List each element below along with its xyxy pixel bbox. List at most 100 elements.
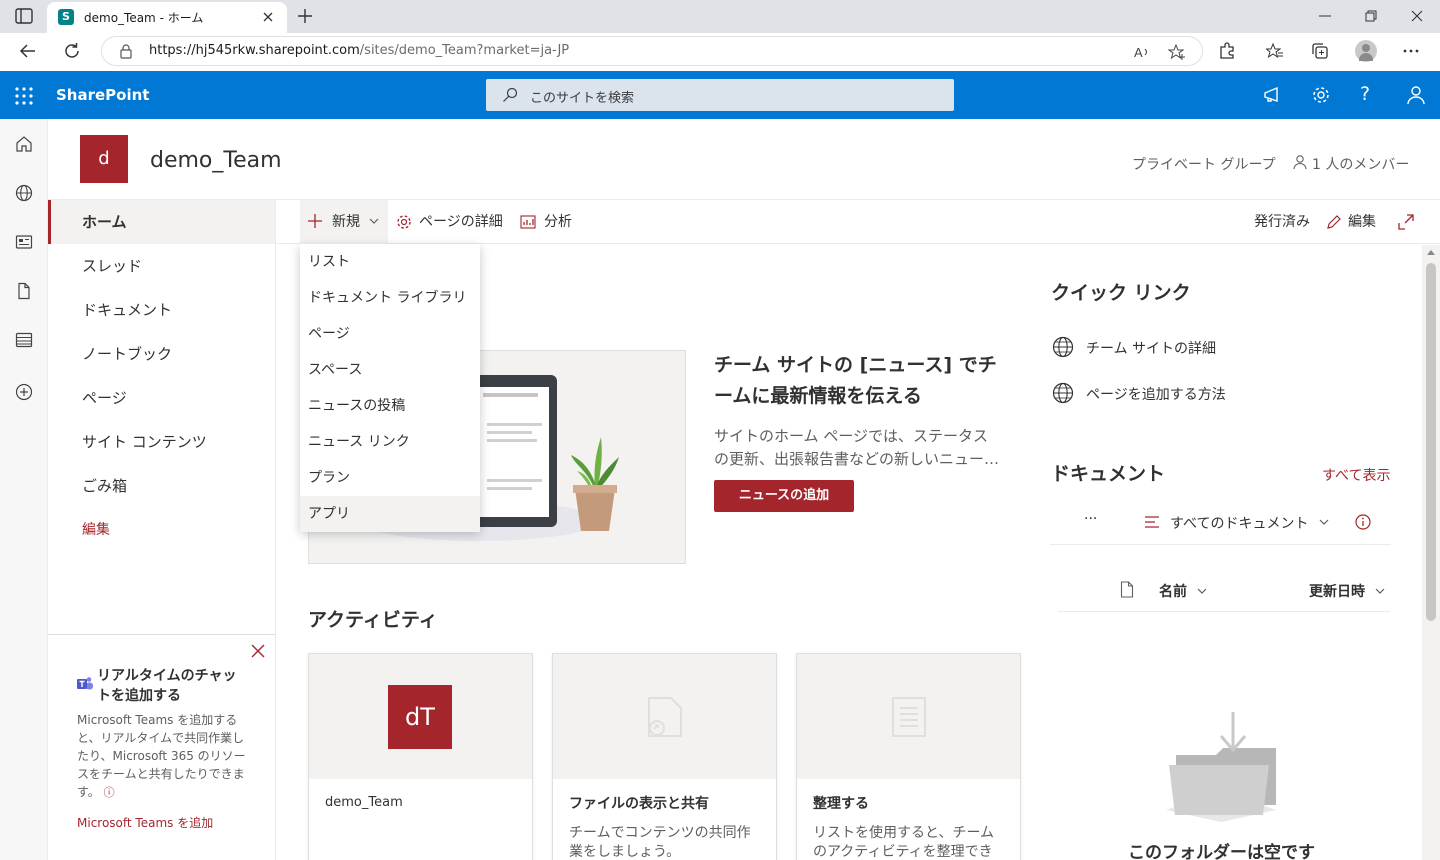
account-person-icon[interactable] (1406, 85, 1426, 105)
file-type-icon[interactable] (1120, 581, 1134, 598)
activity-card[interactable]: dT demo_Team (308, 653, 533, 860)
menu-item-document-library[interactable]: ドキュメント ライブラリ (300, 280, 480, 316)
read-aloud-icon[interactable]: A (1133, 43, 1151, 61)
feedback-megaphone-icon[interactable] (1262, 85, 1282, 105)
lists-icon[interactable] (15, 331, 33, 349)
activity-card[interactable]: ファイルの表示と共有 チームでコンテンツの共同作 業をしましょう。 (552, 653, 777, 860)
activity-card[interactable]: 整理する リストを使用すると、チーム のアクティビティを整理でき (796, 653, 1021, 860)
news-description-line-1: サイトのホーム ページでは、ステータス (714, 427, 989, 445)
menu-item-news-post[interactable]: ニュースの投稿 (300, 388, 480, 424)
address-bar[interactable]: https://hj545rkw.sharepoint.com/sites/de… (101, 36, 1203, 66)
site-search-box[interactable]: このサイトを検索 (486, 79, 954, 111)
view-lines-icon[interactable] (1144, 514, 1160, 530)
view-selector[interactable]: すべてのドキュメント (1170, 513, 1308, 533)
nav-item-recycle-bin[interactable]: ごみ箱 (48, 464, 275, 508)
menu-item-page[interactable]: ページ (300, 316, 480, 352)
nav-item-site-contents[interactable]: サイト コンテンツ (48, 420, 275, 464)
column-name[interactable]: 名前 (1159, 581, 1187, 601)
url-host: https://hj545rkw.sharepoint.com (149, 43, 360, 58)
refresh-icon[interactable] (63, 42, 81, 60)
lock-icon[interactable] (119, 44, 133, 59)
nav-item-notebook[interactable]: ノートブック (48, 332, 275, 376)
site-navigation: ホーム スレッド ドキュメント ノートブック ページ サイト コンテンツ ごみ箱… (48, 200, 276, 860)
column-modified[interactable]: 更新日時 (1309, 581, 1365, 601)
extensions-icon[interactable] (1218, 42, 1236, 60)
scroll-up-arrow-icon[interactable] (1427, 250, 1435, 255)
expand-icon[interactable] (1398, 214, 1414, 230)
nav-item-home[interactable]: ホーム (48, 200, 275, 244)
restore-icon[interactable] (1364, 9, 1378, 23)
tab-actions-icon[interactable] (15, 8, 33, 24)
chevron-down-icon[interactable] (1196, 585, 1208, 597)
quick-link-item[interactable]: ページを追加する方法 (1052, 382, 1292, 404)
chevron-down-icon[interactable] (1374, 585, 1386, 597)
news-heading: チーム サイトの [ニュース] でチ ームに最新情報を伝える (714, 350, 1014, 412)
tab-close-icon[interactable] (260, 9, 276, 25)
search-placeholder: このサイトを検索 (530, 91, 635, 106)
more-actions-ellipsis[interactable]: ··· (1084, 511, 1097, 527)
screen-line (483, 393, 538, 397)
add-teams-link[interactable]: Microsoft Teams を追加 (77, 814, 213, 831)
info-icon[interactable]: ⓘ (104, 786, 115, 799)
favorites-icon[interactable] (1266, 42, 1284, 60)
tab-title: demo_Team - ホーム (84, 11, 204, 25)
site-header: d demo_Team プライベート グループ 1 人のメンバー (48, 119, 1440, 200)
quick-link-label: ページを追加する方法 (1086, 387, 1226, 403)
globe-icon[interactable] (15, 184, 33, 202)
settings-gear-icon[interactable] (1311, 85, 1331, 105)
nav-edit-link[interactable]: 編集 (48, 508, 275, 552)
site-title[interactable]: demo_Team (150, 148, 282, 173)
info-icon[interactable] (1355, 514, 1371, 530)
nav-item-pages[interactable]: ページ (48, 376, 275, 420)
new-menu-button[interactable]: 新規 (300, 200, 388, 244)
chevron-down-icon[interactable] (1318, 516, 1330, 528)
help-icon[interactable]: ? (1360, 83, 1370, 105)
home-icon[interactable] (15, 135, 33, 153)
card-title: ファイルの表示と共有 (569, 796, 709, 812)
news-heading-line-2: ームに最新情報を伝える (714, 385, 922, 407)
news-icon[interactable] (15, 233, 33, 251)
command-bar: 新規 ページの詳細 分析 発行済み 編集 (276, 200, 1440, 244)
search-icon (502, 87, 518, 103)
collections-icon[interactable] (1311, 42, 1329, 60)
window-close-icon[interactable] (1410, 9, 1424, 23)
quick-link-item[interactable]: チーム サイトの詳細 (1052, 336, 1292, 358)
minimize-icon[interactable] (1318, 9, 1332, 23)
see-all-link[interactable]: すべて表示 (1322, 465, 1390, 485)
new-label: 新規 (332, 214, 360, 230)
news-description-line-2: の更新、出張報告書などの新しいニュー… (714, 450, 1000, 468)
site-logo[interactable]: d (80, 135, 128, 183)
nav-item-documents[interactable]: ドキュメント (48, 288, 275, 332)
teams-promo-card: リアルタイムのチャットを追加する Microsoft Teams を追加すると、… (48, 634, 275, 860)
screen-line (487, 439, 537, 442)
sharepoint-favicon: S (58, 9, 74, 25)
browser-tab-strip: S demo_Team - ホーム (0, 0, 1440, 33)
card-description-line-2: 業をしましょう。 (569, 844, 681, 860)
menu-item-app[interactable]: アプリ (300, 496, 480, 532)
back-arrow-icon[interactable] (19, 42, 37, 60)
members-button[interactable]: 1 人のメンバー (1312, 154, 1409, 174)
empty-folder-message: このフォルダーは空です (1128, 843, 1315, 860)
document-icon[interactable] (15, 282, 33, 300)
menu-item-plan[interactable]: プラン (300, 460, 480, 496)
page-scrollbar[interactable] (1422, 245, 1440, 860)
new-tab-icon[interactable] (296, 7, 314, 25)
menu-item-list[interactable]: リスト (300, 244, 480, 280)
potted-plant-icon (567, 435, 623, 535)
nav-item-conversations[interactable]: スレッド (48, 244, 275, 288)
scrollbar-thumb[interactable] (1426, 263, 1436, 621)
more-options-icon[interactable] (1402, 42, 1420, 60)
add-news-button[interactable]: ニュースの追加 (714, 480, 854, 512)
browser-tab[interactable]: S demo_Team - ホーム (47, 2, 287, 33)
menu-item-space[interactable]: スペース (300, 352, 480, 388)
dismiss-close-icon[interactable] (251, 644, 265, 658)
create-plus-icon[interactable] (15, 383, 33, 401)
url-text: https://hj545rkw.sharepoint.com/sites/de… (149, 43, 569, 58)
menu-item-news-link[interactable]: ニュース リンク (300, 424, 480, 460)
sharepoint-brand[interactable]: SharePoint (56, 86, 149, 104)
gear-icon (396, 214, 412, 230)
teams-icon (76, 676, 94, 692)
profile-avatar[interactable] (1355, 40, 1377, 62)
app-launcher-icon[interactable] (15, 87, 33, 105)
add-favorite-icon[interactable] (1168, 43, 1186, 61)
